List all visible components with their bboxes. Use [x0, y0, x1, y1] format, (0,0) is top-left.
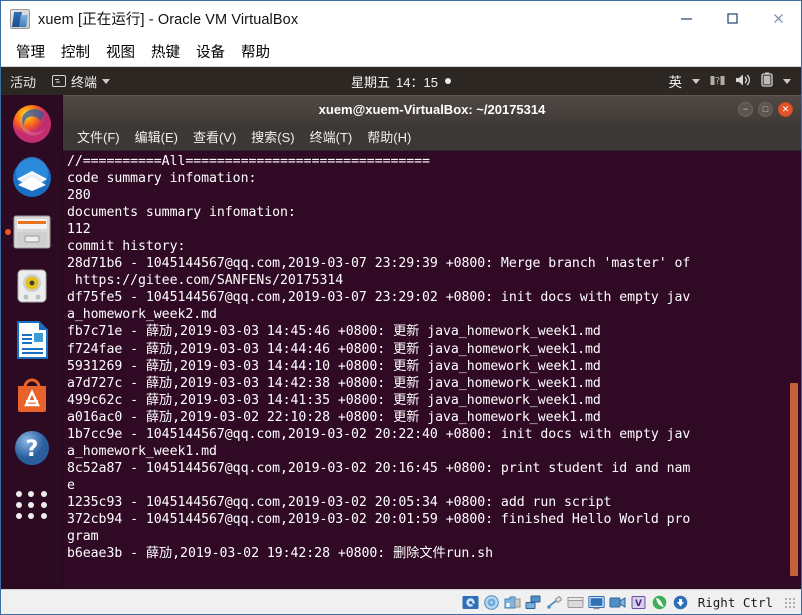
- terminal-menubar: 文件(F) 编辑(E) 查看(V) 搜索(S) 终端(T) 帮助(H): [63, 123, 801, 151]
- menu-control[interactable]: 控制: [53, 39, 98, 64]
- maximize-icon[interactable]: [709, 1, 755, 37]
- app-menu-label: 终端: [71, 74, 98, 90]
- terminal-menu-terminal[interactable]: 终端(T): [304, 125, 359, 148]
- host-window-controls: [663, 1, 801, 37]
- host-statusbar: V Right Ctrl: [1, 589, 801, 614]
- menu-view[interactable]: 视图: [98, 39, 143, 64]
- terminal-icon: [52, 75, 67, 87]
- shared-folder-icon[interactable]: [567, 594, 584, 611]
- terminal-menu-help[interactable]: 帮助(H): [361, 125, 417, 148]
- terminal-body[interactable]: //==========All=========================…: [63, 151, 801, 589]
- close-icon[interactable]: [755, 1, 801, 37]
- harddisk-icon[interactable]: [462, 594, 479, 611]
- svg-text:?: ?: [25, 437, 38, 462]
- network-icon[interactable]: [525, 594, 542, 611]
- terminal-title: xuem@xuem-VirtualBox: ~/20175314: [318, 102, 546, 117]
- recording-icon[interactable]: [609, 594, 626, 611]
- display-icon[interactable]: [588, 594, 605, 611]
- show-applications-icon: [15, 490, 49, 520]
- ubuntu-dock: ?: [1, 95, 63, 589]
- terminal-minimize-button[interactable]: −: [738, 102, 753, 117]
- app-menu-terminal[interactable]: 终端: [46, 72, 116, 91]
- dock-item-ubuntu-software[interactable]: [9, 371, 55, 417]
- resize-grip[interactable]: [783, 596, 795, 608]
- virtualization-icon[interactable]: V: [630, 594, 647, 611]
- dock-item-show-applications[interactable]: [9, 479, 55, 525]
- dock-item-files[interactable]: [4, 209, 55, 255]
- terminal-output: //==========All=========================…: [67, 154, 691, 562]
- activities-button[interactable]: 活动: [1, 72, 46, 91]
- keyboard-capture-icon[interactable]: [672, 594, 689, 611]
- svg-text:V: V: [635, 599, 642, 609]
- menu-manage[interactable]: 管理: [8, 39, 53, 64]
- virtualbox-icon: [10, 8, 30, 29]
- minimize-icon[interactable]: [663, 1, 709, 37]
- terminal-scrollbar-thumb[interactable]: [790, 383, 798, 576]
- mouse-integration-icon[interactable]: [651, 594, 668, 611]
- running-indicator: [4, 229, 11, 235]
- network-icon: ?: [710, 73, 725, 90]
- chevron-down-icon-ime: [692, 78, 700, 84]
- menu-help[interactable]: 帮助: [233, 39, 278, 64]
- dock-item-libreoffice-writer[interactable]: [9, 317, 55, 363]
- terminal-menu-file[interactable]: 文件(F): [71, 125, 126, 148]
- terminal-menu-view[interactable]: 查看(V): [187, 125, 242, 148]
- dock-item-firefox[interactable]: [9, 101, 55, 147]
- floppy-icon[interactable]: [504, 594, 521, 611]
- host-menubar: 管理 控制 视图 热键 设备 帮助: [1, 37, 801, 67]
- chevron-down-icon: [102, 78, 111, 84]
- guest-screen: 活动 终端 星期五 14：15 英 ? ? xuem@xuem-VirtualB…: [1, 67, 801, 589]
- clock-time: 14：15: [396, 74, 438, 90]
- terminal-maximize-button[interactable]: □: [758, 102, 773, 117]
- terminal-menu-search[interactable]: 搜索(S): [245, 125, 300, 148]
- menu-hotkeys[interactable]: 热键: [143, 39, 188, 64]
- volume-icon: [735, 73, 751, 90]
- clock-day: 星期五: [351, 74, 391, 90]
- terminal-close-button[interactable]: ✕: [778, 102, 793, 117]
- virtualbox-window: xuem [正在运行] - Oracle VM VirtualBox 管理 控制…: [0, 0, 802, 615]
- terminal-window-controls: − □ ✕: [738, 102, 801, 117]
- terminal-menu-edit[interactable]: 编辑(E): [129, 125, 184, 148]
- optical-disk-icon[interactable]: [483, 594, 500, 611]
- dock-item-help[interactable]: ?: [9, 425, 55, 471]
- menu-devices[interactable]: 设备: [188, 39, 233, 64]
- terminal-titlebar[interactable]: xuem@xuem-VirtualBox: ~/20175314 − □ ✕: [63, 95, 801, 123]
- usb-icon[interactable]: [546, 594, 563, 611]
- gnome-topbar: 活动 终端 星期五 14：15 英 ?: [1, 67, 801, 95]
- system-status-area[interactable]: 英 ?: [669, 71, 802, 91]
- host-window-title: xuem [正在运行] - Oracle VM VirtualBox: [38, 12, 299, 28]
- input-method-indicator[interactable]: 英: [669, 71, 683, 91]
- svg-text:?: ?: [715, 76, 720, 87]
- host-titlebar: xuem [正在运行] - Oracle VM VirtualBox: [1, 1, 801, 37]
- battery-icon: [761, 72, 773, 90]
- dock-item-rhythmbox[interactable]: [9, 263, 55, 309]
- dock-item-thunderbird[interactable]: [9, 155, 55, 201]
- host-key-label: Right Ctrl: [697, 594, 773, 610]
- notification-dot-icon: [444, 78, 451, 84]
- chevron-down-icon-system[interactable]: [783, 78, 791, 84]
- terminal-window: xuem@xuem-VirtualBox: ~/20175314 − □ ✕ 文…: [63, 95, 801, 589]
- terminal-scrollbar[interactable]: [787, 151, 801, 589]
